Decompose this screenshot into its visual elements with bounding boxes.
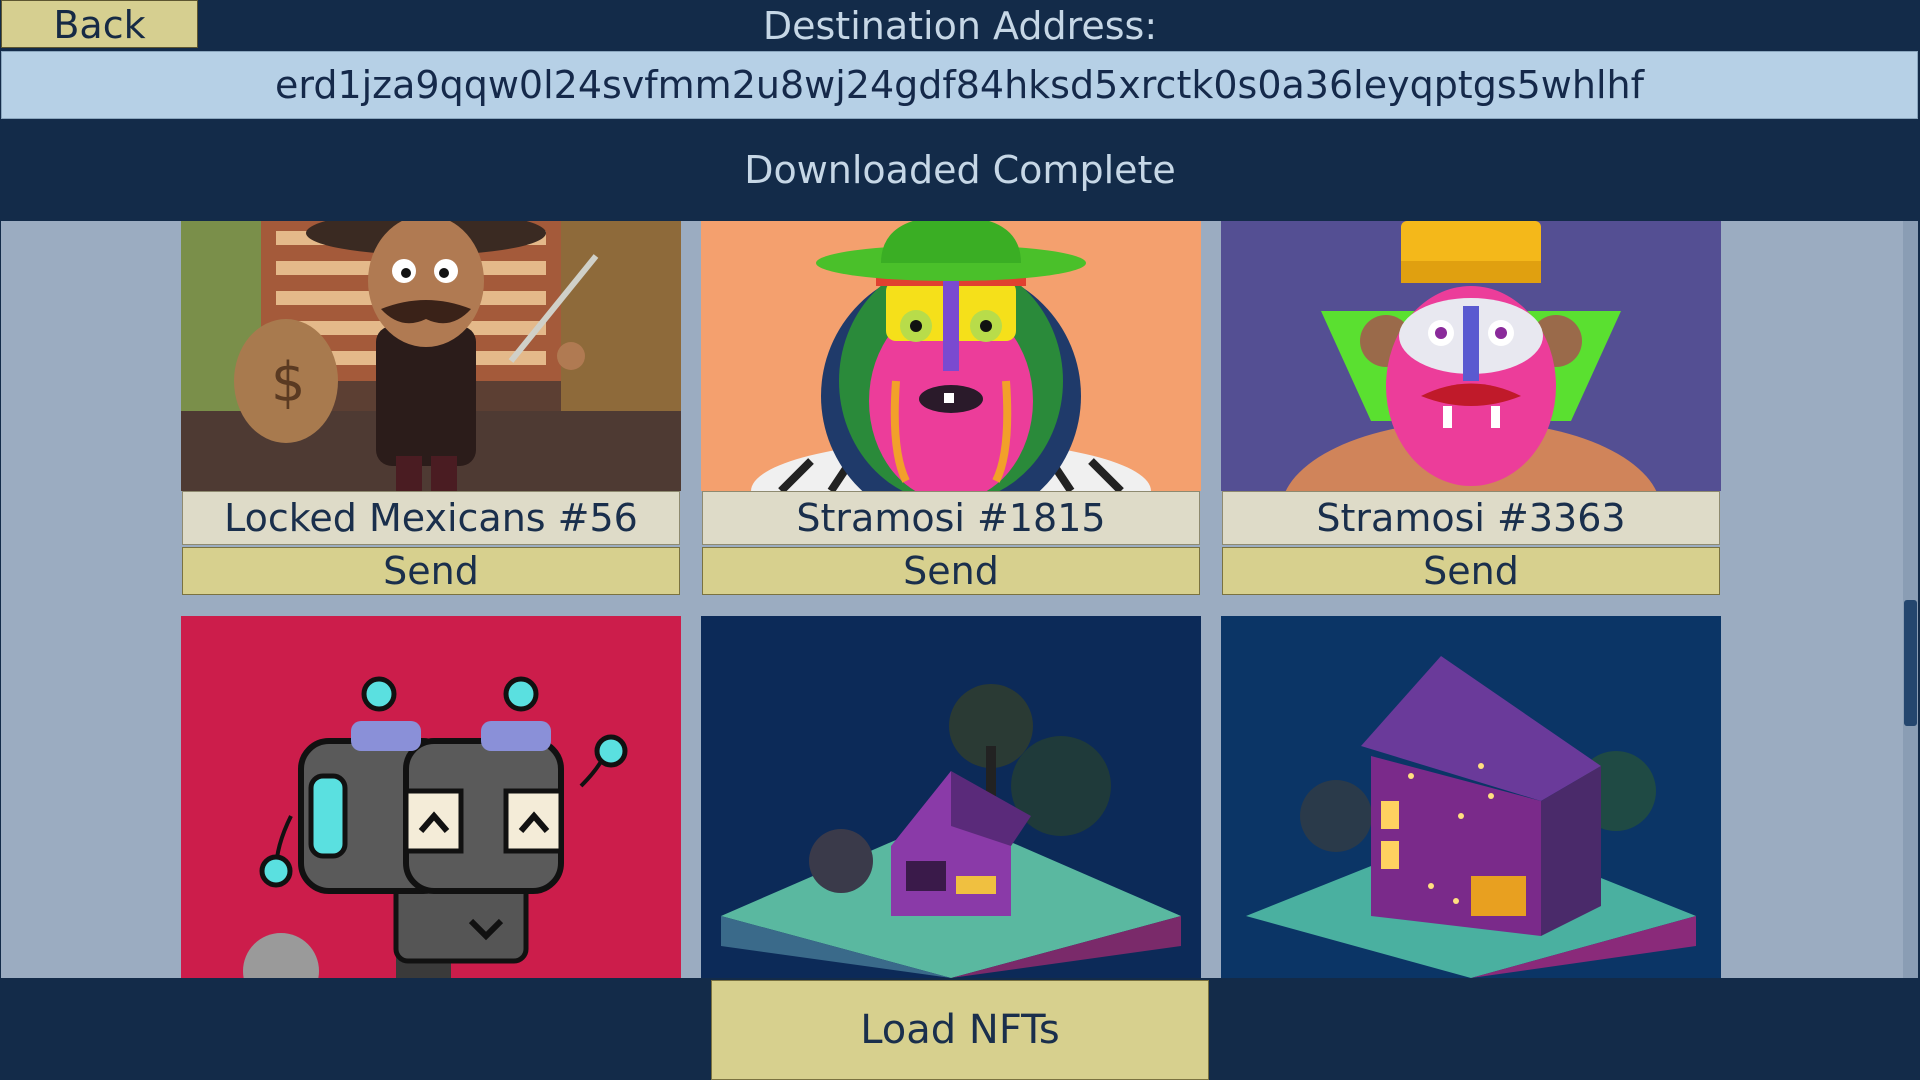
destination-address-label: Destination Address: — [762, 4, 1158, 48]
status-text: Downloaded Complete — [744, 148, 1176, 192]
send-button[interactable]: Send — [702, 547, 1200, 595]
nft-name-label: Locked Mexicans #56 — [182, 491, 680, 545]
nft-name-label: Stramosi #3363 — [1222, 491, 1720, 545]
nft-card: Stramosi #3363 Send — [1221, 221, 1721, 596]
scrollbar-thumb[interactable] — [1904, 600, 1917, 726]
destination-address-input[interactable]: erd1jza9qqw0l24svfmm2u8wj24gdf84hksd5xrc… — [1, 51, 1918, 119]
nft-image-pink-monster-green-hat — [701, 221, 1201, 491]
nft-card — [701, 616, 1201, 978]
nft-image-low-poly-house — [701, 616, 1201, 978]
nft-scroll-view[interactable]: $ Locked Mexicans #56 Send Stramosi #181… — [1, 221, 1918, 978]
nft-grid: $ Locked Mexicans #56 Send Stramosi #181… — [1, 221, 1901, 978]
scrollbar-track[interactable] — [1903, 221, 1918, 978]
send-button[interactable]: Send — [1222, 547, 1720, 595]
nft-card — [1221, 616, 1721, 978]
nft-card: $ Locked Mexicans #56 Send — [181, 221, 681, 596]
nft-card — [181, 616, 681, 978]
svg-text:$: $ — [271, 351, 305, 414]
send-button[interactable]: Send — [182, 547, 680, 595]
nft-image-robot-binoculars — [181, 616, 681, 978]
nft-image-low-poly-lit-house — [1221, 616, 1721, 978]
nft-image-pink-monster-yellow-hat — [1221, 221, 1721, 491]
nft-card: Stramosi #1815 Send — [701, 221, 1201, 596]
nft-name-label: Stramosi #1815 — [702, 491, 1200, 545]
load-nfts-button[interactable]: Load NFTs — [711, 980, 1209, 1080]
nft-image-bandit: $ — [181, 221, 681, 491]
